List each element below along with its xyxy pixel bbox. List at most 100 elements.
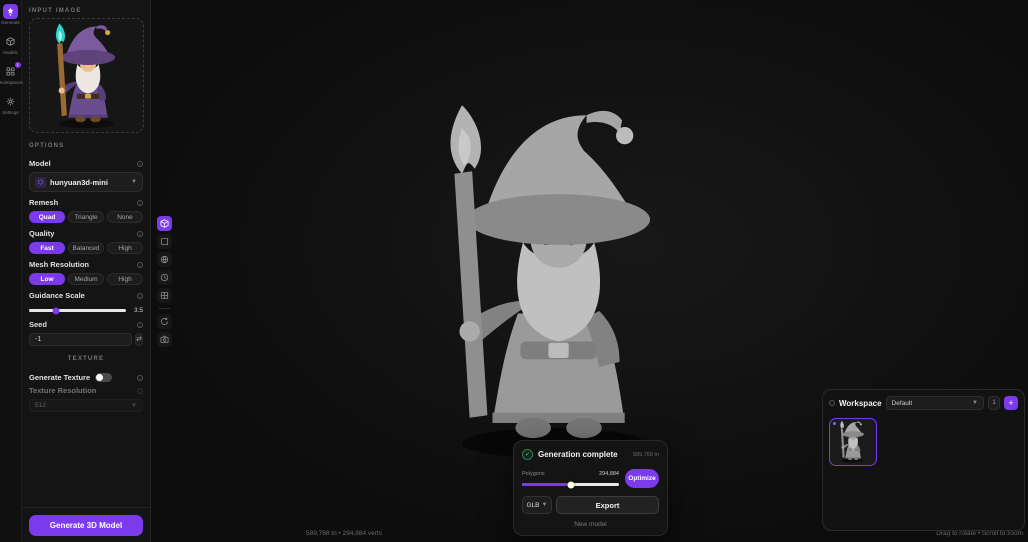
- workspace-title: Workspace: [839, 399, 882, 408]
- quality-option-high[interactable]: High: [107, 242, 143, 254]
- mesh-resolution-label-row: Mesh Resolution i: [29, 260, 143, 269]
- sparkle-gear-icon: [3, 4, 18, 19]
- generate-texture-toggle[interactable]: [95, 373, 112, 382]
- info-icon[interactable]: i: [137, 322, 143, 328]
- chevron-down-icon: ▼: [972, 400, 978, 406]
- guidance-scale-slider-row: 3.5: [29, 307, 143, 314]
- mesh-resolution-option-low[interactable]: Low: [29, 273, 65, 285]
- triangle-count: 589,768 tri: [633, 452, 659, 458]
- selected-dot-indicator: [833, 422, 836, 425]
- polygons-slider[interactable]: [522, 483, 619, 486]
- info-icon[interactable]: i: [829, 400, 835, 406]
- app-sidebar: Generate Models 1 Workspaces Settings: [0, 0, 22, 542]
- randomize-seed-button[interactable]: ⇄: [135, 333, 143, 346]
- remesh-option-quad[interactable]: Quad: [29, 211, 65, 223]
- turntable-icon[interactable]: [157, 270, 172, 285]
- toolbar-divider: [159, 308, 170, 309]
- gear-icon: [3, 94, 18, 109]
- panel-footer: Generate 3D Model: [22, 507, 150, 542]
- options-header: OPTIONS: [29, 143, 143, 149]
- info-icon[interactable]: i: [137, 293, 143, 299]
- seed-row: ⇄: [29, 333, 143, 346]
- guidance-scale-label-row: Guidance Scale i: [29, 291, 143, 300]
- quality-label: Quality: [29, 229, 54, 238]
- quality-option-fast[interactable]: Fast: [29, 242, 65, 254]
- guidance-scale-slider[interactable]: [29, 309, 126, 312]
- mesh-resolution-option-high[interactable]: High: [107, 273, 143, 285]
- remesh-option-triangle[interactable]: Triangle: [68, 211, 104, 223]
- chevron-down-icon: ▼: [542, 502, 548, 508]
- chevron-down-icon: ▼: [131, 403, 137, 409]
- options-panel: INPUT IMAGE OPTIONS Model i ⬡ hunyuan3d-…: [22, 0, 151, 542]
- generation-complete-panel: ✓ Generation complete 589,768 tri Polygo…: [513, 440, 668, 536]
- model-chip-icon: ⬡: [35, 177, 46, 188]
- model-value: hunyuan3d-mini: [50, 178, 108, 187]
- texture-resolution-label-row: Texture Resolution i: [29, 386, 143, 395]
- texture-resolution-select: 512 ▼: [29, 399, 143, 412]
- generate-texture-label: Generate Texture: [29, 373, 90, 382]
- workspace-select[interactable]: Default ▼: [886, 396, 984, 410]
- info-icon[interactable]: i: [137, 231, 143, 237]
- format-select[interactable]: GLB ▼: [522, 496, 552, 514]
- seed-input[interactable]: [29, 333, 132, 346]
- mesh-resolution-option-medium[interactable]: Medium: [68, 273, 104, 285]
- workspace-count-button[interactable]: 1: [988, 396, 1000, 410]
- info-icon[interactable]: i: [137, 262, 143, 268]
- input-image-preview[interactable]: [29, 18, 144, 133]
- sidebar-item-generate[interactable]: Generate: [1, 4, 21, 25]
- add-workspace-button[interactable]: +: [1004, 396, 1018, 410]
- generate-3d-model-button[interactable]: Generate 3D Model: [29, 515, 143, 536]
- quality-option-balanced[interactable]: Balanced: [68, 242, 104, 254]
- workspace-selected-value: Default: [892, 400, 913, 407]
- viewport-toolbar: [157, 216, 172, 347]
- texture-header: TEXTURE: [29, 356, 143, 362]
- optimize-button[interactable]: Optimize: [625, 469, 659, 488]
- info-icon[interactable]: i: [137, 375, 143, 381]
- guidance-scale-label: Guidance Scale: [29, 291, 85, 300]
- sidebar-item-label: Generate: [1, 20, 20, 25]
- mesh-view-icon[interactable]: [157, 216, 172, 231]
- mesh-resolution-segment: Low Medium High: [29, 273, 143, 285]
- sidebar-item-label: Settings: [2, 110, 18, 115]
- mesh-stats-status: 589,768 tri • 294,884 verts: [306, 530, 382, 537]
- texture-resolution-value: 512: [35, 402, 46, 409]
- seed-label-row: Seed i: [29, 320, 143, 329]
- generate-texture-row: Generate Texture i: [29, 373, 143, 382]
- polygon-slider-group: Polygons 294,884: [522, 471, 619, 486]
- polygon-label-row: Polygons 294,884: [522, 471, 619, 477]
- flat-view-icon[interactable]: [157, 234, 172, 249]
- workspace-header: i Workspace Default ▼ 1 +: [829, 396, 1018, 410]
- reset-view-icon[interactable]: [157, 314, 172, 329]
- model-thumbnail[interactable]: [829, 418, 877, 466]
- new-model-link[interactable]: New model: [522, 521, 659, 528]
- remesh-label: Remesh: [29, 198, 58, 207]
- sidebar-item-label: Models: [3, 50, 18, 55]
- screenshot-icon[interactable]: [157, 332, 172, 347]
- export-button[interactable]: Export: [556, 496, 659, 514]
- format-value: GLB: [527, 502, 540, 509]
- mesh-resolution-label: Mesh Resolution: [29, 260, 89, 269]
- info-icon[interactable]: i: [137, 161, 143, 167]
- guidance-scale-value: 3.5: [131, 307, 143, 314]
- sidebar-item-workspaces[interactable]: 1 Workspaces: [1, 64, 21, 85]
- model-label: Model: [29, 159, 51, 168]
- generation-header: ✓ Generation complete 589,768 tri: [522, 449, 659, 460]
- sidebar-item-models[interactable]: Models: [1, 34, 21, 55]
- guidance-scale-knob[interactable]: [53, 307, 60, 314]
- polygons-slider-knob[interactable]: [567, 481, 574, 488]
- remesh-segment: Quad Triangle None: [29, 211, 143, 223]
- polygons-slider-fill: [522, 483, 571, 486]
- sidebar-item-settings[interactable]: Settings: [1, 94, 21, 115]
- info-icon[interactable]: i: [137, 200, 143, 206]
- remesh-option-none[interactable]: None: [107, 211, 143, 223]
- model-label-row: Model i: [29, 159, 143, 168]
- model-select[interactable]: ⬡ hunyuan3d-mini ▼: [29, 172, 143, 192]
- texture-resolution-label: Texture Resolution: [29, 386, 96, 395]
- cube-icon: [3, 34, 18, 49]
- polygons-value: 294,884: [599, 471, 619, 477]
- input-image-header: INPUT IMAGE: [29, 8, 143, 14]
- texture-grid-icon[interactable]: [157, 288, 172, 303]
- chevron-down-icon: ▼: [131, 179, 137, 185]
- check-circle-icon: ✓: [522, 449, 533, 460]
- sphere-view-icon[interactable]: [157, 252, 172, 267]
